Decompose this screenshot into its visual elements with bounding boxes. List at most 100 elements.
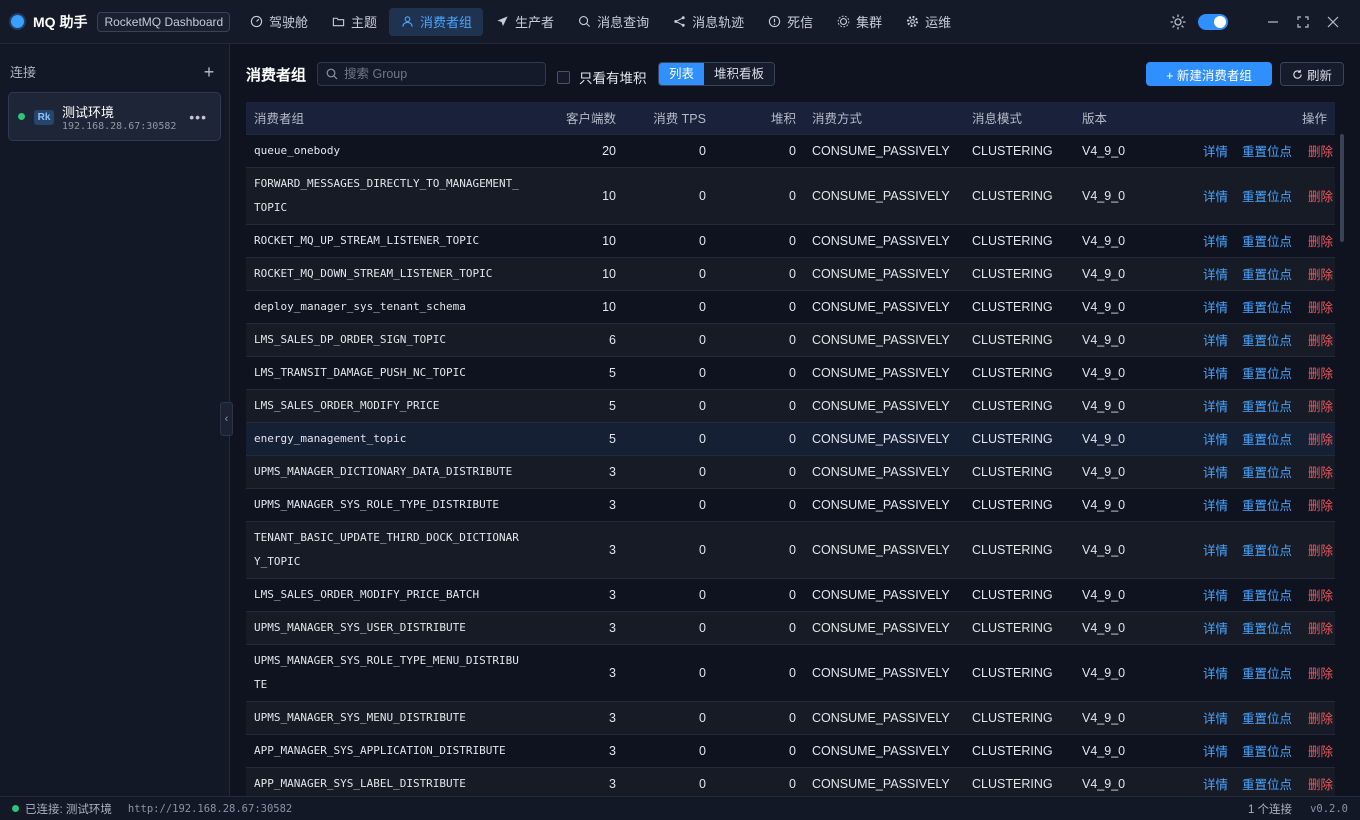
reset-offset-link[interactable]: 重置位点 [1242, 400, 1292, 414]
reset-offset-link[interactable]: 重置位点 [1242, 544, 1292, 558]
detail-link[interactable]: 详情 [1203, 235, 1228, 249]
delete-link[interactable]: 删除 [1308, 667, 1333, 681]
detail-link[interactable]: 详情 [1203, 589, 1228, 603]
search-box[interactable] [317, 62, 546, 86]
nav-item-5[interactable]: 消息轨迹 [661, 8, 755, 36]
search-input[interactable] [344, 67, 534, 81]
reset-offset-link[interactable]: 重置位点 [1242, 145, 1292, 159]
more-icon[interactable]: ••• [189, 109, 207, 125]
nav-item-2[interactable]: 消费者组 [389, 7, 484, 36]
close-icon[interactable] [1318, 7, 1348, 37]
col-clients[interactable]: 客户端数 [532, 102, 624, 134]
view-board-tab[interactable]: 堆积看板 [704, 63, 775, 85]
table-row[interactable]: LMS_TRANSIT_DAMAGE_PUSH_NC_TOPIC 5 0 0 CONSU… [246, 356, 1335, 389]
table-row[interactable]: UPMS_MANAGER_SYS_ROLE_TYPE_DISTRIBUTE 3 0 0… [246, 488, 1335, 521]
add-connection-icon[interactable]: + [201, 63, 217, 81]
detail-link[interactable]: 详情 [1203, 268, 1228, 282]
reset-offset-link[interactable]: 重置位点 [1242, 466, 1292, 480]
detail-link[interactable]: 详情 [1203, 466, 1228, 480]
delete-link[interactable]: 删除 [1308, 778, 1333, 792]
table-row[interactable]: energy_management_topic 5 0 0 CONSUME_PASSIV… [246, 422, 1335, 455]
reset-offset-link[interactable]: 重置位点 [1242, 334, 1292, 348]
delete-link[interactable]: 删除 [1308, 745, 1333, 759]
delete-link[interactable]: 删除 [1308, 589, 1333, 603]
table-row[interactable]: ROCKET_MQ_DOWN_STREAM_LISTENER_TOPIC 10 0 0… [246, 257, 1335, 290]
detail-link[interactable]: 详情 [1203, 433, 1228, 447]
maximize-icon[interactable] [1288, 7, 1318, 37]
delete-link[interactable]: 删除 [1308, 400, 1333, 414]
nav-item-4[interactable]: 消息查询 [566, 8, 660, 36]
table-row[interactable]: APP_MANAGER_SYS_LABEL_DISTRIBUTE 3 0 0 CONSU… [246, 767, 1335, 796]
reset-offset-link[interactable]: 重置位点 [1242, 622, 1292, 636]
table-row[interactable]: ROCKET_MQ_UP_STREAM_LISTENER_TOPIC 10 0 0 CO… [246, 224, 1335, 257]
reset-offset-link[interactable]: 重置位点 [1242, 712, 1292, 726]
delete-link[interactable]: 删除 [1308, 190, 1333, 204]
reset-offset-link[interactable]: 重置位点 [1242, 667, 1292, 681]
delete-link[interactable]: 删除 [1308, 544, 1333, 558]
col-backlog[interactable]: 堆积 [714, 102, 804, 134]
sun-icon[interactable] [1170, 14, 1186, 30]
view-list-tab[interactable]: 列表 [659, 63, 705, 85]
table-row[interactable]: queue_onebody 20 0 0 CONSUME_PASSIVELY CLUSTE… [246, 134, 1335, 167]
detail-link[interactable]: 详情 [1203, 334, 1228, 348]
delete-link[interactable]: 删除 [1308, 466, 1333, 480]
delete-link[interactable]: 删除 [1308, 622, 1333, 636]
table-row[interactable]: deploy_manager_sys_tenant_schema 10 0 0 CONS… [246, 290, 1335, 323]
reset-offset-link[interactable]: 重置位点 [1242, 190, 1292, 204]
delete-link[interactable]: 删除 [1308, 367, 1333, 381]
delete-link[interactable]: 删除 [1308, 433, 1333, 447]
detail-link[interactable]: 详情 [1203, 778, 1228, 792]
table-row[interactable]: UPMS_MANAGER_DICTIONARY_DATA_DISTRIBUTE 3… [246, 455, 1335, 488]
table-row[interactable]: LMS_SALES_ORDER_MODIFY_PRICE 5 0 0 CONSUME_P… [246, 389, 1335, 422]
only-backlog-checkbox[interactable]: 只看有堆积 [557, 67, 647, 87]
detail-link[interactable]: 详情 [1203, 499, 1228, 513]
col-tps[interactable]: 消费 TPS [624, 102, 714, 134]
table-row[interactable]: FORWARD_MESSAGES_DIRECTLY_TO_MANAGEMENT_… [246, 167, 1335, 224]
table-row[interactable]: UPMS_MANAGER_SYS_USER_DISTRIBUTE 3 0 0 CONSU… [246, 611, 1335, 644]
delete-link[interactable]: 删除 [1308, 145, 1333, 159]
nav-item-1[interactable]: 主题 [320, 8, 388, 36]
reset-offset-link[interactable]: 重置位点 [1242, 433, 1292, 447]
delete-link[interactable]: 删除 [1308, 499, 1333, 513]
refresh-button[interactable]: 刷新 [1280, 62, 1344, 86]
reset-offset-link[interactable]: 重置位点 [1242, 745, 1292, 759]
detail-link[interactable]: 详情 [1203, 667, 1228, 681]
reset-offset-link[interactable]: 重置位点 [1242, 499, 1292, 513]
detail-link[interactable]: 详情 [1203, 622, 1228, 636]
new-consumer-group-button[interactable]: + 新建消费者组 [1146, 62, 1272, 86]
theme-toggle[interactable] [1198, 14, 1228, 30]
delete-link[interactable]: 删除 [1308, 712, 1333, 726]
col-group[interactable]: 消费者组 [246, 102, 532, 134]
minimize-icon[interactable] [1258, 7, 1288, 37]
detail-link[interactable]: 详情 [1203, 301, 1228, 315]
detail-link[interactable]: 详情 [1203, 367, 1228, 381]
table-row[interactable]: APP_MANAGER_SYS_APPLICATION_DISTRIBUTE 3 0… [246, 734, 1335, 767]
table-row[interactable]: UPMS_MANAGER_SYS_ROLE_TYPE_MENU_DISTRIBU… [246, 644, 1335, 701]
nav-item-3[interactable]: 生产者 [484, 8, 565, 36]
table-scrollbar[interactable] [1340, 134, 1344, 242]
table-row[interactable]: LMS_SALES_ORDER_MODIFY_PRICE_BATCH 3 0 0 CON… [246, 578, 1335, 611]
reset-offset-link[interactable]: 重置位点 [1242, 301, 1292, 315]
reset-offset-link[interactable]: 重置位点 [1242, 235, 1292, 249]
delete-link[interactable]: 删除 [1308, 235, 1333, 249]
reset-offset-link[interactable]: 重置位点 [1242, 778, 1292, 792]
reset-offset-link[interactable]: 重置位点 [1242, 589, 1292, 603]
connection-card[interactable]: Rk 测试环境 192.168.28.67:30582 ••• [8, 92, 221, 141]
reset-offset-link[interactable]: 重置位点 [1242, 268, 1292, 282]
detail-link[interactable]: 详情 [1203, 745, 1228, 759]
delete-link[interactable]: 删除 [1308, 268, 1333, 282]
nav-item-7[interactable]: 集群 [825, 8, 893, 36]
table-row[interactable]: LMS_SALES_DP_ORDER_SIGN_TOPIC 6 0 0 CONSUME_… [246, 323, 1335, 356]
checkbox-box[interactable] [557, 70, 570, 84]
detail-link[interactable]: 详情 [1203, 145, 1228, 159]
delete-link[interactable]: 删除 [1308, 301, 1333, 315]
nav-item-8[interactable]: 运维 [894, 8, 962, 36]
reset-offset-link[interactable]: 重置位点 [1242, 367, 1292, 381]
table-row[interactable]: TENANT_BASIC_UPDATE_THIRD_DOCK_DICTIONAR… [246, 521, 1335, 578]
nav-item-0[interactable]: 驾驶舱 [238, 8, 319, 36]
delete-link[interactable]: 删除 [1308, 334, 1333, 348]
detail-link[interactable]: 详情 [1203, 712, 1228, 726]
table-row[interactable]: UPMS_MANAGER_SYS_MENU_DISTRIBUTE 3 0 0 CONSU… [246, 701, 1335, 734]
nav-item-6[interactable]: 死信 [756, 8, 824, 36]
detail-link[interactable]: 详情 [1203, 544, 1228, 558]
